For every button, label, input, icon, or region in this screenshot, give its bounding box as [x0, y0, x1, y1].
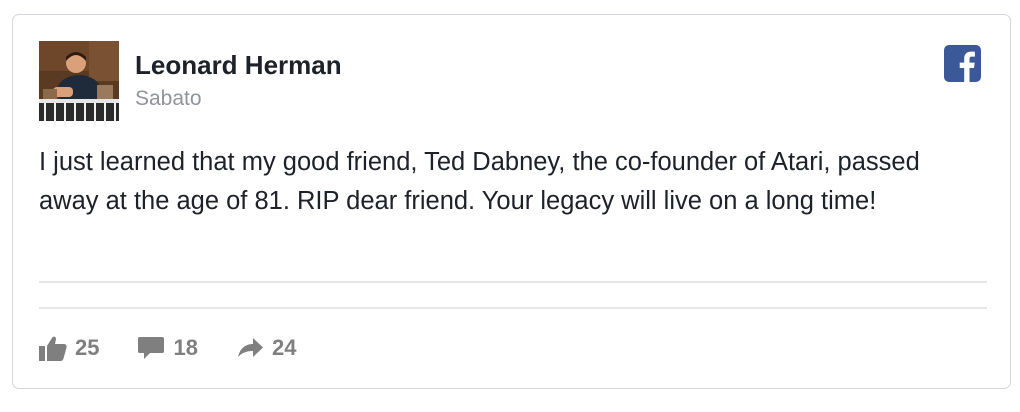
- like-icon: [39, 336, 67, 361]
- author-avatar[interactable]: [39, 41, 119, 121]
- like-count: 25: [75, 335, 100, 360]
- comment-icon: [138, 337, 165, 359]
- share-count: 24: [271, 335, 297, 360]
- share-button[interactable]: 24: [236, 333, 296, 363]
- comment-button[interactable]: 18: [137, 333, 198, 363]
- divider: [39, 281, 987, 283]
- comment-count: 18: [173, 335, 198, 360]
- post-card: Leonard Herman Sabato I just learned tha…: [12, 14, 1011, 389]
- post-text: I just learned that my good friend, Ted …: [39, 148, 920, 215]
- divider: [39, 307, 987, 309]
- facebook-icon[interactable]: [944, 45, 981, 82]
- author-name[interactable]: Leonard Herman: [135, 49, 342, 81]
- share-icon: [237, 338, 263, 357]
- like-button[interactable]: 25: [39, 333, 99, 363]
- post-stats: 25 18 24: [39, 333, 334, 363]
- post-date[interactable]: Sabato: [135, 86, 202, 112]
